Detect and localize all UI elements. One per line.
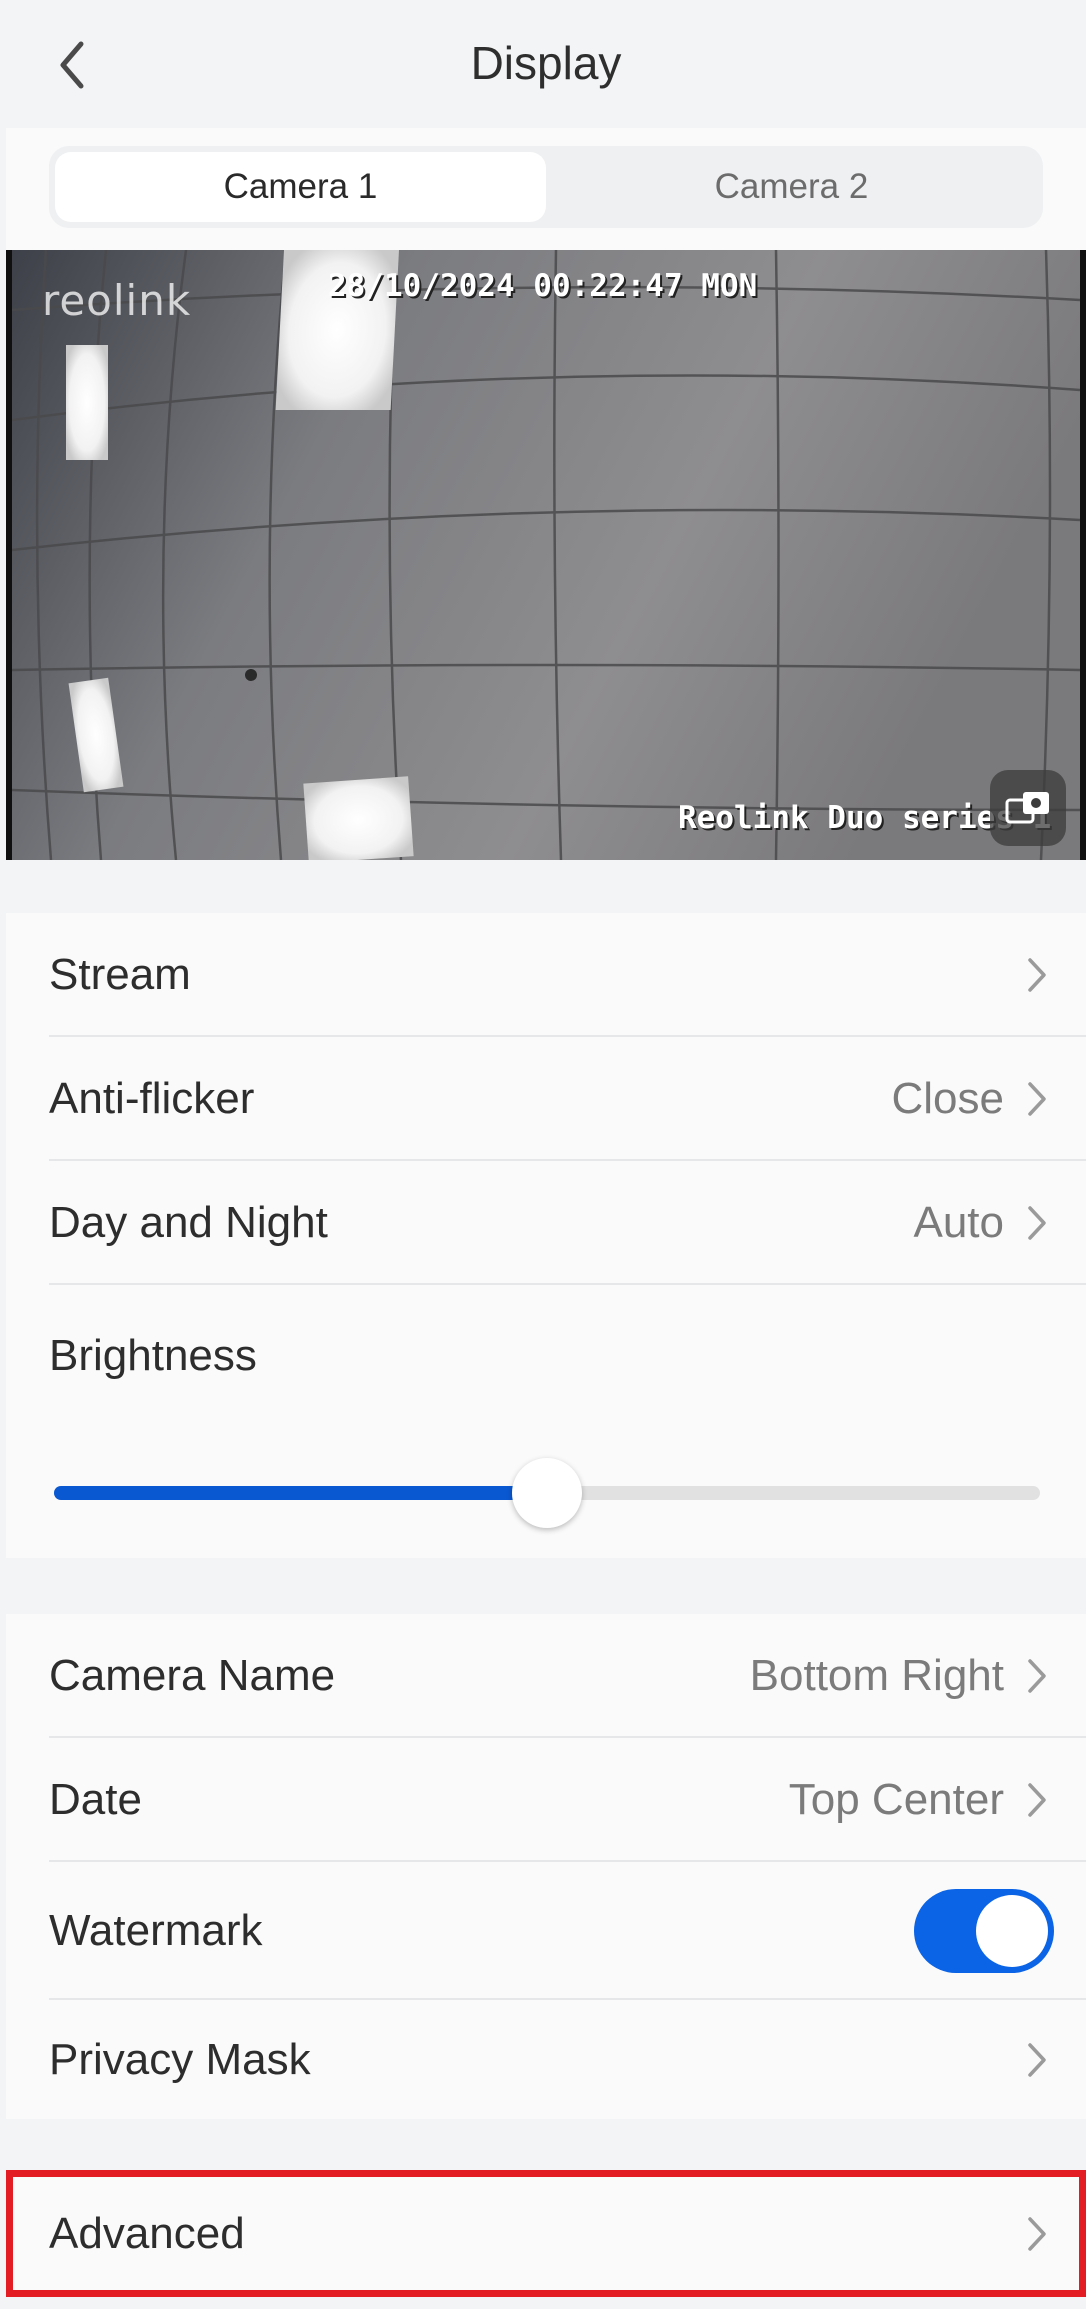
- preview-image: [6, 250, 1086, 860]
- camera-name-value: Bottom Right: [749, 1651, 1004, 1700]
- tab-camera-1[interactable]: Camera 1: [55, 152, 546, 222]
- segmented-control: Camera 1 Camera 2: [49, 146, 1043, 228]
- switch-view-button[interactable]: [990, 770, 1066, 846]
- tab-camera-2[interactable]: Camera 2: [546, 152, 1037, 222]
- brightness-block: Brightness: [6, 1285, 1086, 1558]
- camera-selector: Camera 1 Camera 2: [6, 128, 1086, 250]
- date-row[interactable]: Date Top Center: [49, 1738, 1086, 1862]
- chevron-right-icon: [1026, 1204, 1048, 1242]
- date-value: Top Center: [788, 1775, 1004, 1824]
- brightness-label: Brightness: [49, 1331, 257, 1380]
- camera-switch-icon: [1005, 792, 1049, 824]
- date-label: Date: [49, 1775, 142, 1824]
- image-settings-card: Stream Anti-flicker Close Day and Night …: [6, 913, 1086, 1558]
- watermark-row: Watermark: [49, 1862, 1086, 2000]
- timestamp-overlay: 28/10/2024 00:22:47 MON: [328, 268, 758, 304]
- camera-preview[interactable]: reolink 28/10/2024 00:22:47 MON Reolink …: [6, 250, 1086, 860]
- day-and-night-label: Day and Night: [49, 1198, 328, 1247]
- chevron-right-icon: [1026, 956, 1048, 994]
- camera-name-row[interactable]: Camera Name Bottom Right: [49, 1614, 1086, 1738]
- watermark-label: Watermark: [49, 1906, 263, 1955]
- anti-flicker-label: Anti-flicker: [49, 1074, 255, 1123]
- day-and-night-value: Auto: [913, 1198, 1004, 1247]
- highlight-box: [6, 2170, 1086, 2297]
- chevron-right-icon: [1026, 1080, 1048, 1118]
- privacy-mask-row[interactable]: Privacy Mask: [49, 2000, 1086, 2120]
- reolink-watermark-logo: reolink: [42, 276, 192, 325]
- toggle-knob: [976, 1895, 1048, 1967]
- chevron-right-icon: [1026, 2041, 1048, 2079]
- anti-flicker-row[interactable]: Anti-flicker Close: [49, 1037, 1086, 1161]
- camera-name-label: Camera Name: [49, 1651, 336, 1700]
- top-bar: Display: [6, 0, 1086, 128]
- watermark-toggle[interactable]: [914, 1889, 1054, 1973]
- stream-label: Stream: [49, 950, 191, 999]
- anti-flicker-value: Close: [891, 1074, 1005, 1123]
- page-title: Display: [470, 37, 622, 89]
- brightness-slider-thumb[interactable]: [512, 1458, 582, 1528]
- day-and-night-row[interactable]: Day and Night Auto: [49, 1161, 1086, 1285]
- chevron-right-icon: [1026, 1657, 1048, 1695]
- brightness-slider-fill: [54, 1486, 547, 1500]
- privacy-mask-label: Privacy Mask: [49, 2035, 311, 2084]
- stream-row[interactable]: Stream: [49, 913, 1086, 1037]
- brightness-slider[interactable]: [54, 1458, 1040, 1528]
- overlay-settings-card: Camera Name Bottom Right Date Top Center…: [6, 1614, 1086, 2119]
- display-settings-screen: Display Camera 1 Camera 2 reolink 28/10/…: [6, 0, 1086, 2309]
- chevron-right-icon: [1026, 1781, 1048, 1819]
